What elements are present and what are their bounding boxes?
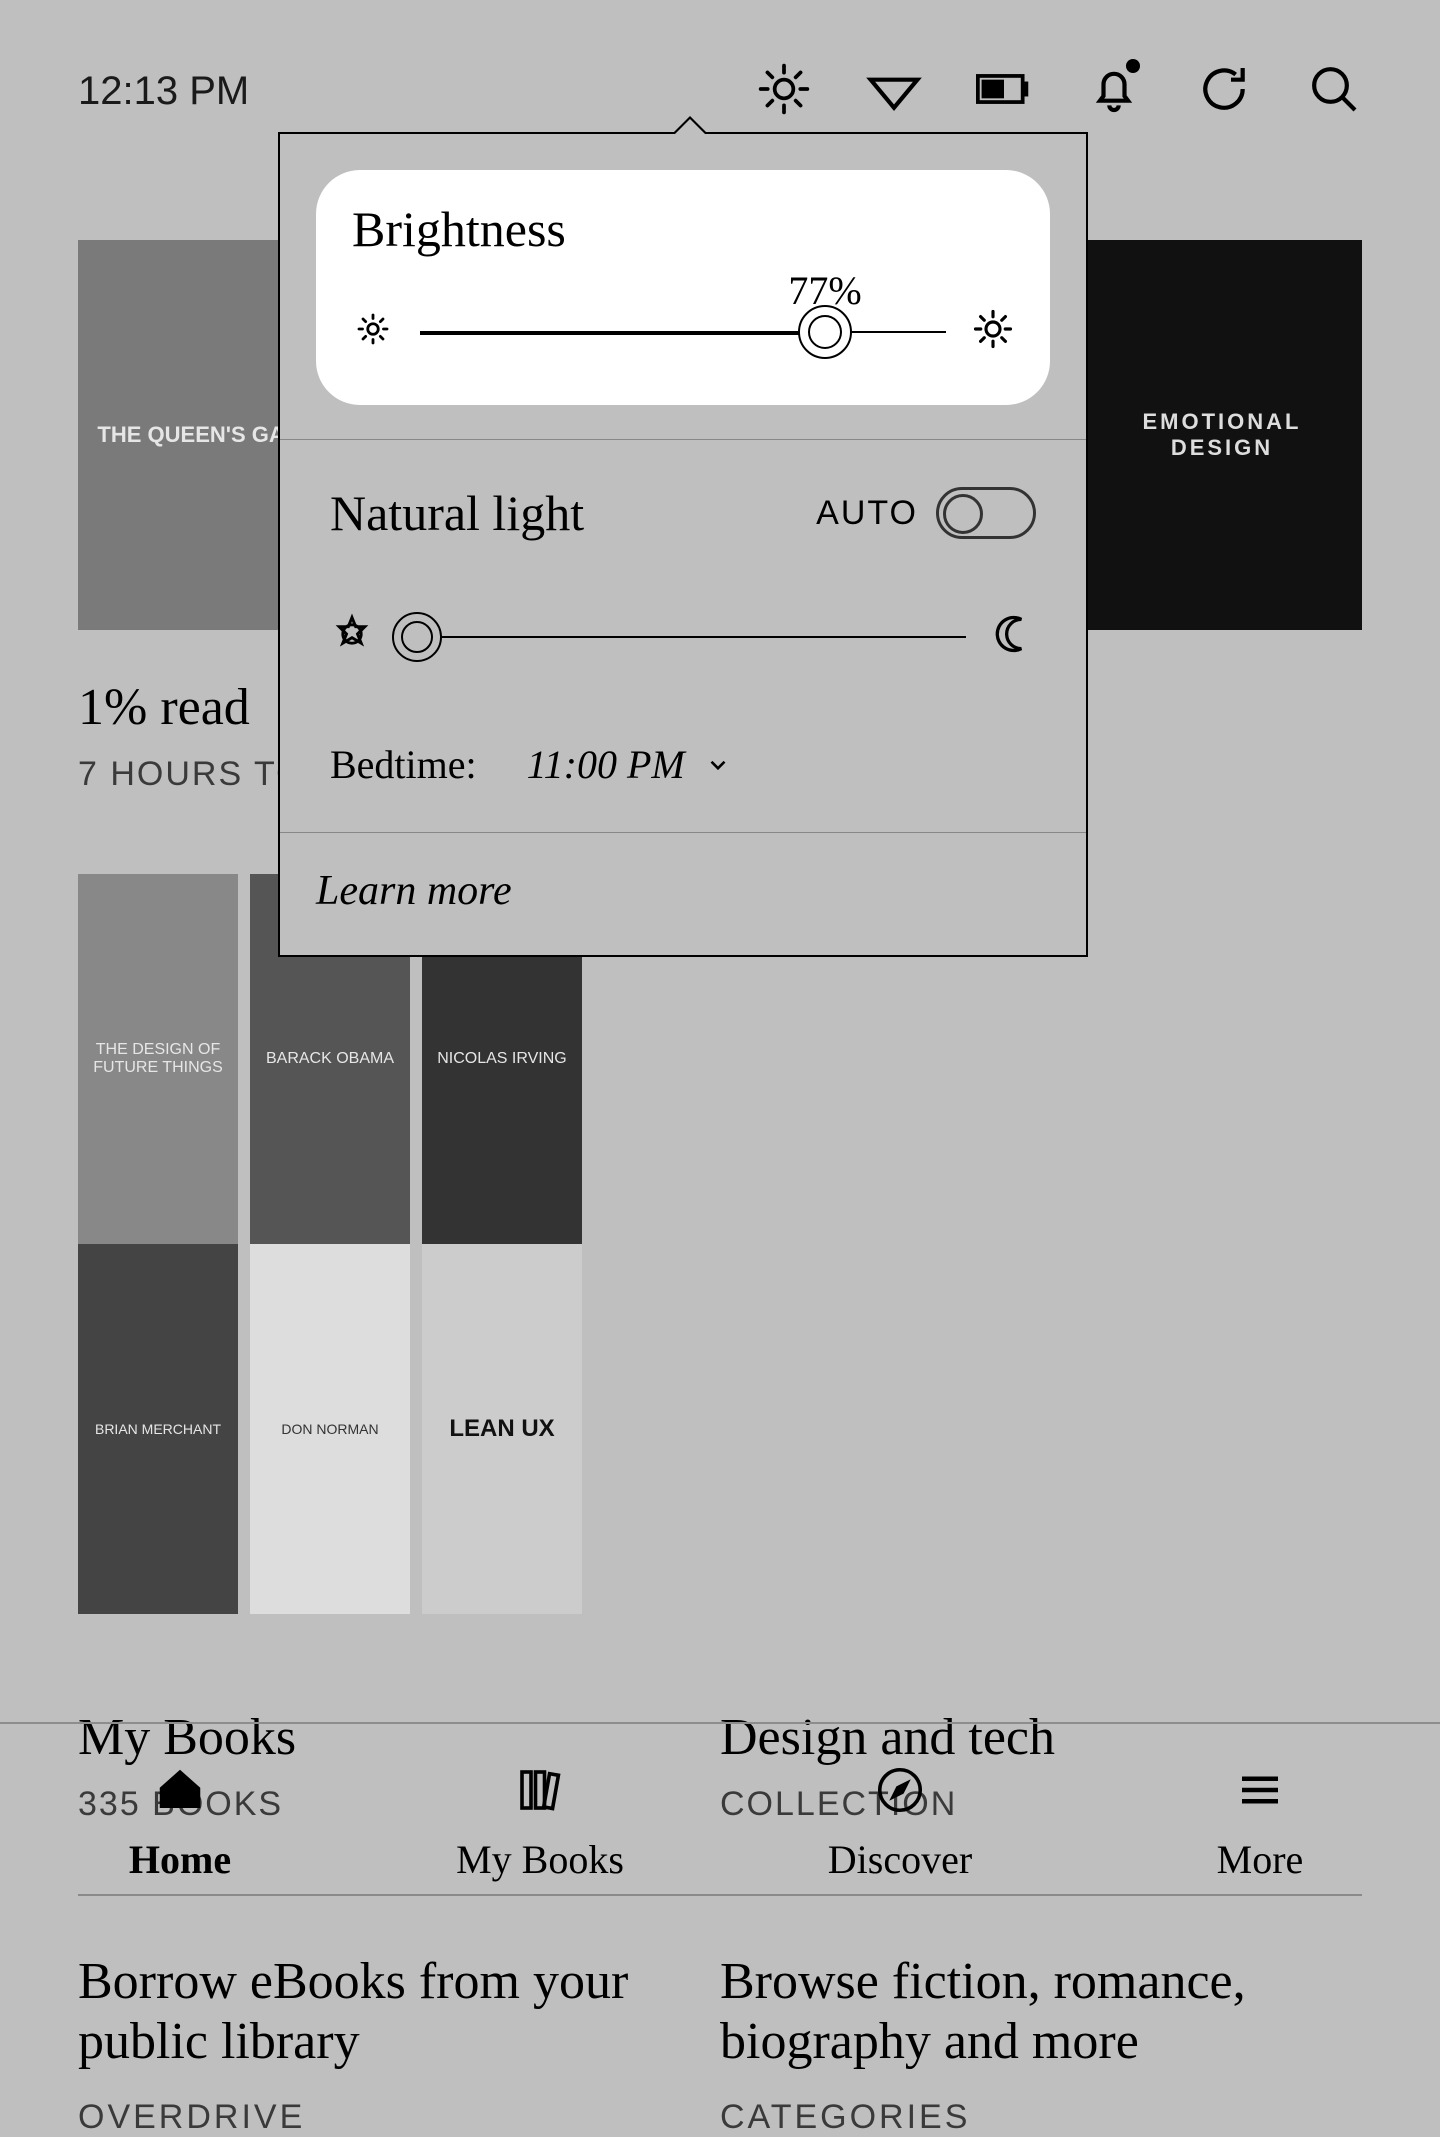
bell-icon[interactable] — [1086, 61, 1142, 122]
categories-sub: CATEGORIES — [720, 2098, 1322, 2137]
nav-mybooks-label: My Books — [456, 1836, 624, 1883]
toggle-knob — [943, 494, 983, 534]
natural-light-section: Natural light AUTO Bedtime: 11:00 PM — [280, 440, 1086, 832]
overdrive-title: Borrow eBooks from your public library — [78, 1952, 680, 2072]
brightness-high-icon — [972, 308, 1014, 355]
brightness-title: Brightness — [352, 200, 1014, 258]
bedtime-label: Bedtime: — [330, 741, 477, 788]
chevron-down-icon — [705, 741, 731, 788]
bedtime-value[interactable]: 11:00 PM — [527, 741, 731, 788]
natural-light-slider[interactable] — [330, 612, 1036, 661]
brightness-track[interactable]: 77% — [420, 329, 946, 335]
brightness-card: Brightness 77% — [316, 170, 1050, 405]
auto-label: AUTO — [816, 494, 918, 533]
natural-light-thumb[interactable] — [392, 612, 442, 662]
overdrive-tile[interactable]: Borrow eBooks from your public library O… — [78, 1952, 720, 2137]
sync-icon[interactable] — [1196, 61, 1252, 122]
brightness-thumb[interactable] — [798, 305, 852, 359]
auto-toggle[interactable] — [936, 487, 1036, 539]
home-icon — [153, 1763, 207, 1822]
search-icon[interactable] — [1306, 61, 1362, 122]
overdrive-sub: OVERDRIVE — [78, 2098, 680, 2137]
bottom-nav: Home My Books Discover More — [0, 1722, 1440, 1922]
battery-icon[interactable] — [976, 61, 1032, 122]
brightness-slider[interactable]: 77% — [352, 308, 1014, 355]
compass-icon — [873, 1763, 927, 1822]
status-icons — [756, 61, 1362, 122]
natural-light-track[interactable] — [400, 636, 966, 638]
categories-tile[interactable]: Browse fiction, romance, biography and m… — [720, 1952, 1362, 2137]
nav-my-books[interactable]: My Books — [360, 1724, 720, 1922]
book-cover: BRIAN MERCHANT — [78, 1244, 238, 1614]
books-icon — [513, 1763, 567, 1822]
bedtime-row[interactable]: Bedtime: 11:00 PM — [330, 741, 1036, 788]
book-cover: LEAN UX — [422, 1244, 582, 1614]
wifi-icon[interactable] — [866, 61, 922, 122]
status-bar: 12:13 PM — [0, 0, 1440, 140]
sun-hollow-icon — [330, 612, 374, 661]
learn-more-link[interactable]: Learn more — [280, 833, 1086, 955]
nav-discover[interactable]: Discover — [720, 1724, 1080, 1922]
categories-title: Browse fiction, romance, biography and m… — [720, 1952, 1322, 2072]
natural-light-title: Natural light — [330, 484, 584, 542]
collections-row: THE DESIGN OF FUTURE THINGS BARACK OBAMA… — [78, 874, 1362, 1614]
menu-icon — [1233, 1763, 1287, 1822]
nav-more[interactable]: More — [1080, 1724, 1440, 1922]
book-cover: DON NORMAN — [250, 1244, 410, 1614]
nav-discover-label: Discover — [828, 1836, 972, 1883]
nav-more-label: More — [1217, 1836, 1304, 1883]
brightness-icon[interactable] — [756, 61, 812, 122]
promos: Borrow eBooks from your public library O… — [78, 1894, 1362, 2137]
notification-dot — [1126, 59, 1140, 73]
brightness-panel: Brightness 77% Natural light AUTO — [278, 132, 1088, 957]
book-cover: THE DESIGN OF FUTURE THINGS — [78, 874, 238, 1244]
design-tech-tile[interactable]: BRIAN MERCHANT DON NORMAN LEAN UX — [78, 1244, 694, 1614]
book-cover[interactable]: EMOTIONAL DESIGN — [1082, 240, 1362, 630]
nav-home-label: Home — [129, 1836, 231, 1883]
brightness-low-icon — [352, 308, 394, 355]
nav-home[interactable]: Home — [0, 1724, 360, 1922]
moon-icon — [992, 612, 1036, 661]
popup-caret — [672, 116, 708, 134]
status-time: 12:13 PM — [78, 69, 249, 114]
